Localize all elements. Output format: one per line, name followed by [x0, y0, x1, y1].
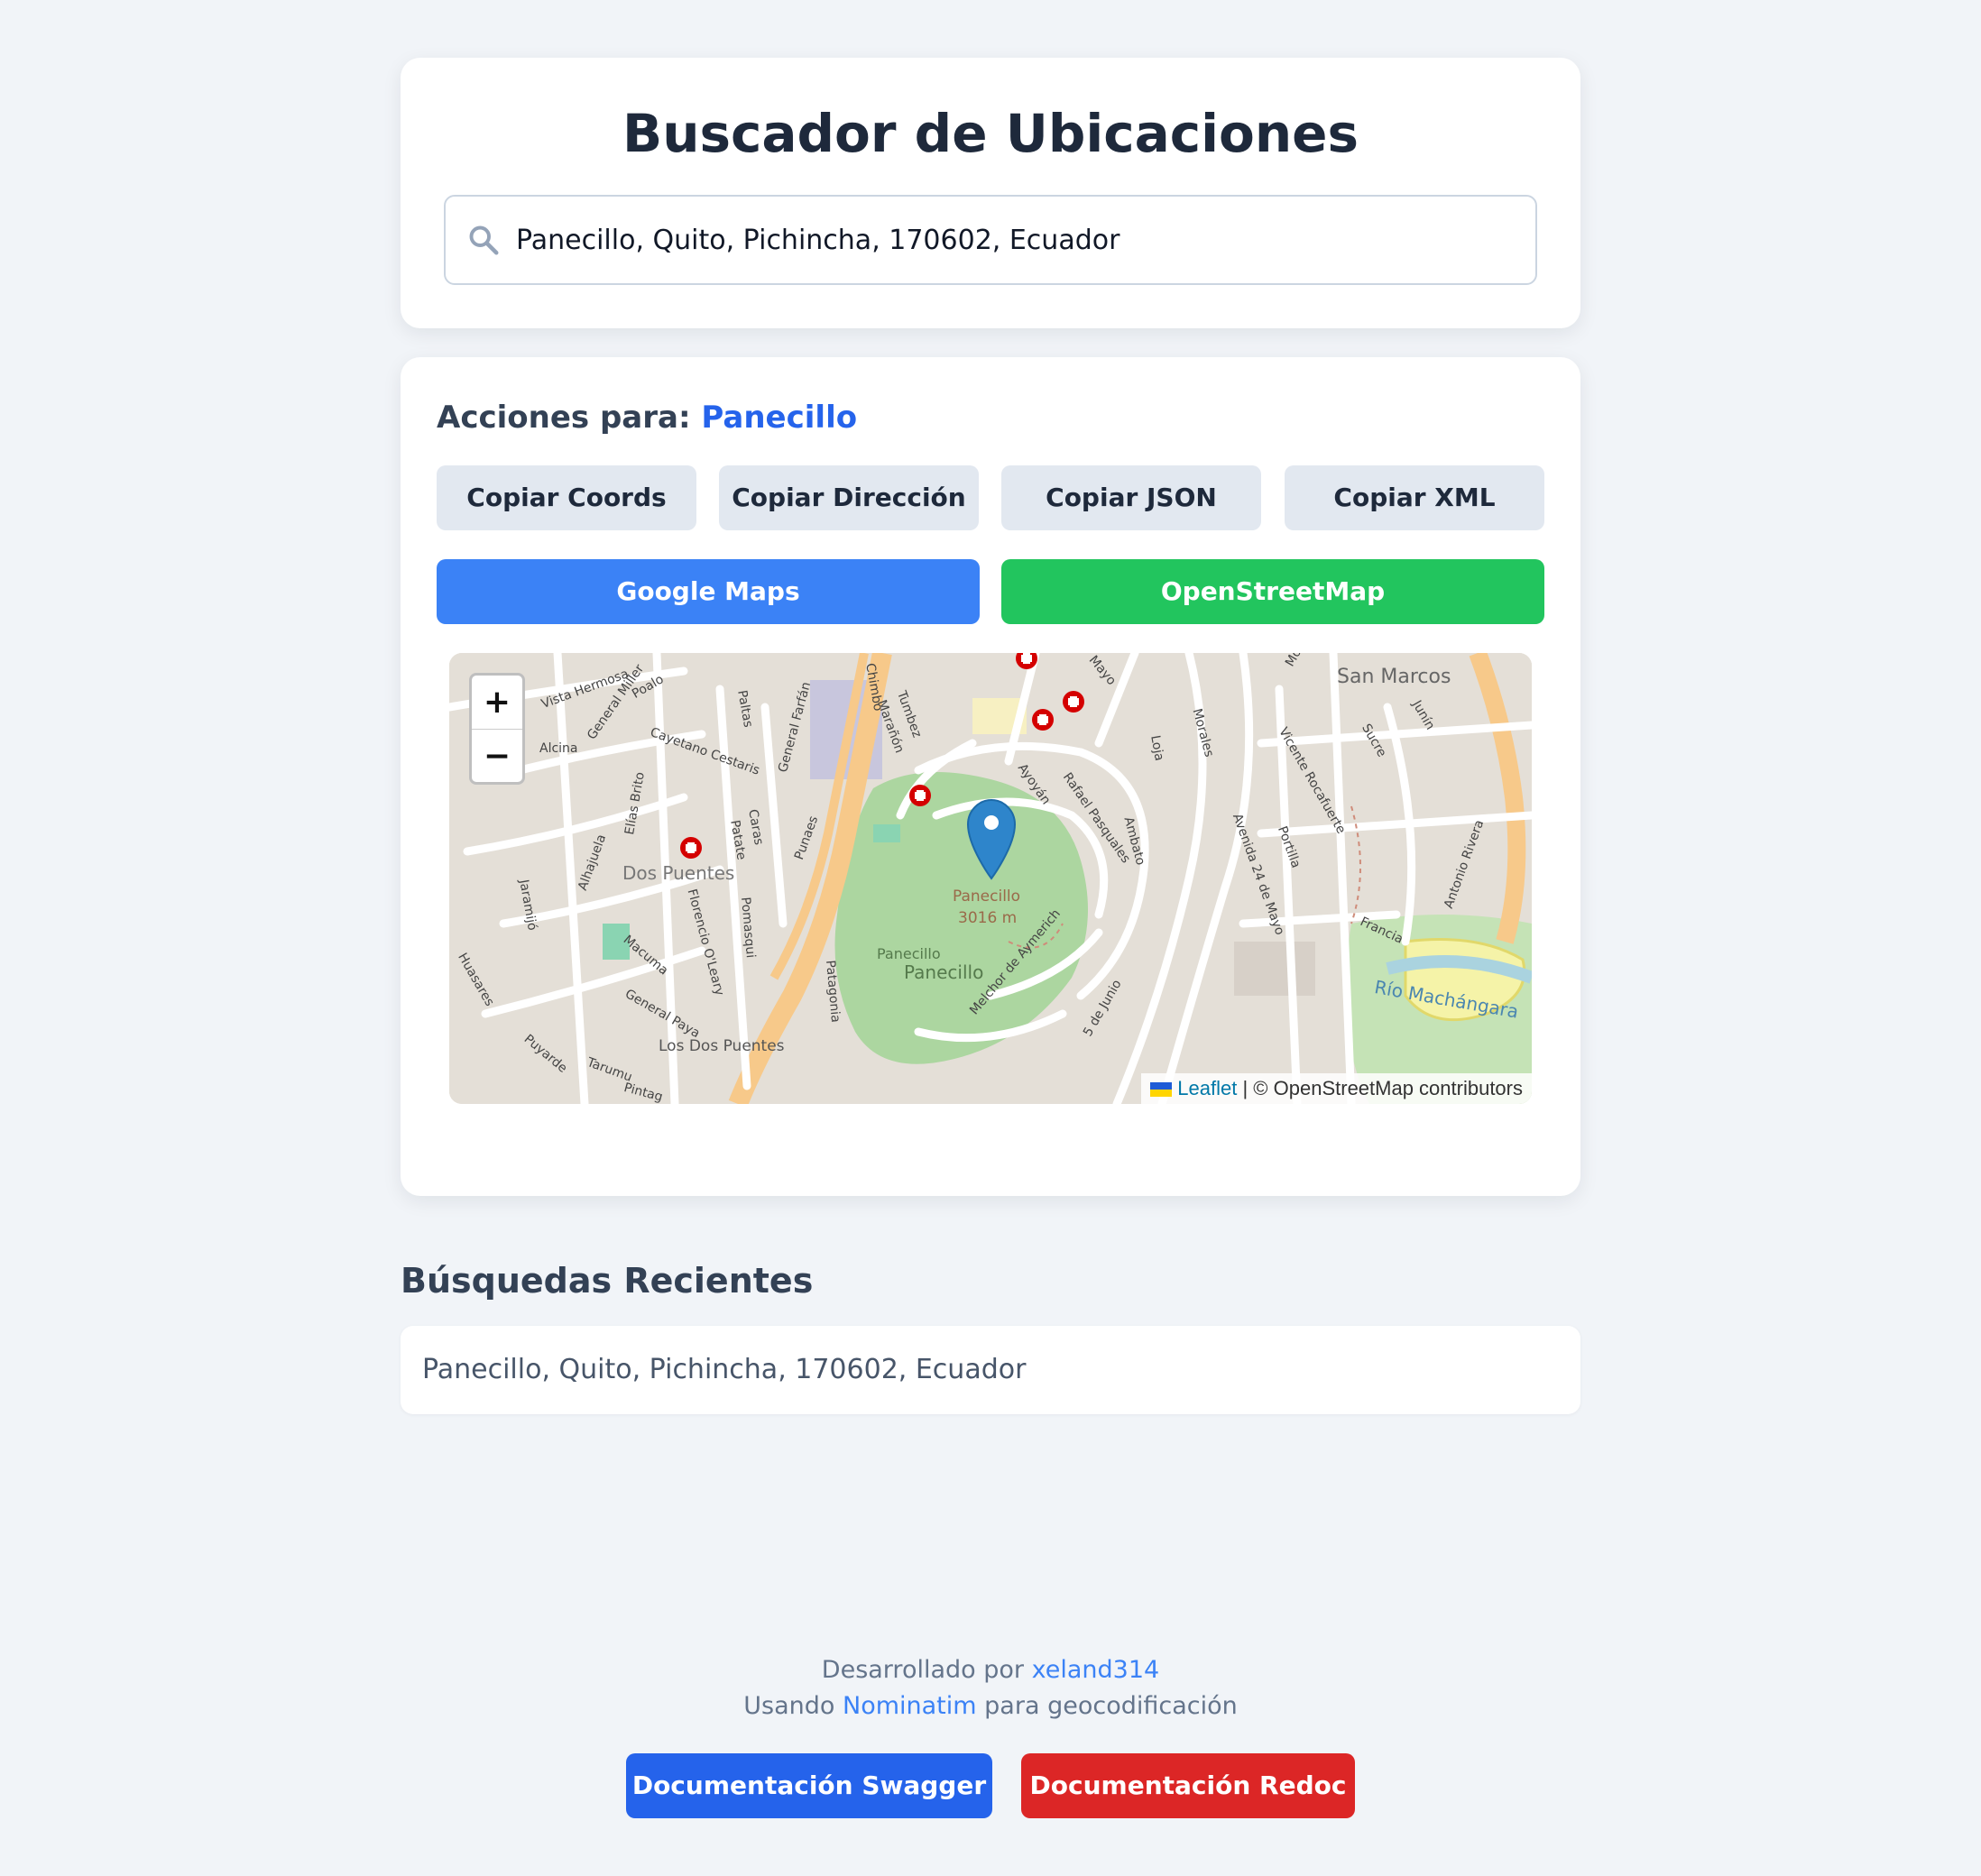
nominatim-link[interactable]: Nominatim: [843, 1692, 977, 1720]
map-label: Dos Puentes: [622, 862, 735, 884]
footer-using-label: Usando: [743, 1692, 835, 1720]
recent-searches-title: Búsquedas Recientes: [401, 1261, 814, 1301]
google-maps-button[interactable]: Google Maps: [437, 559, 980, 624]
footer-using: Usando Nominatim para geocodificación: [0, 1688, 1981, 1724]
zoom-out-button[interactable]: −: [472, 730, 522, 782]
map-label: Los Dos Puentes: [659, 1037, 785, 1055]
page-title: Buscador de Ubicaciones: [622, 103, 1359, 164]
leaflet-link[interactable]: Leaflet: [1177, 1077, 1237, 1099]
redoc-docs-button[interactable]: Documentación Redoc: [1021, 1753, 1355, 1818]
map-attribution: Leaflet | © OpenStreetMap contributors: [1141, 1073, 1532, 1104]
footer-developed-label: Desarrollado por: [821, 1656, 1025, 1684]
actions-card: Acciones para: Panecillo Copiar Coords C…: [401, 357, 1580, 1196]
actions-heading-prefix: Acciones para:: [437, 400, 691, 436]
map-label: Alcina: [539, 741, 578, 756]
copy-xml-button[interactable]: Copiar XML: [1285, 465, 1544, 530]
map-label: San Marcos: [1337, 666, 1451, 688]
map-label: Panecillo: [953, 887, 1021, 906]
zoom-in-button[interactable]: +: [472, 676, 522, 730]
copy-address-button[interactable]: Copiar Dirección: [719, 465, 979, 530]
search-input[interactable]: [516, 197, 1517, 283]
search-icon: [469, 225, 499, 255]
map-label: Panecillo: [877, 945, 941, 962]
map-view[interactable]: San Marcos Dos Puentes Los Dos Puentes P…: [449, 653, 1532, 1104]
zoom-control: + −: [469, 673, 525, 785]
actions-place-name: Panecillo: [701, 400, 858, 436]
map-label: 3016 m: [958, 909, 1018, 927]
ukraine-flag-icon: [1150, 1082, 1173, 1097]
developer-link[interactable]: xeland314: [1032, 1656, 1160, 1684]
search-card: Buscador de Ubicaciones: [401, 58, 1580, 328]
swagger-docs-button[interactable]: Documentación Swagger: [626, 1753, 992, 1818]
map-label: Panecillo: [904, 961, 984, 983]
recent-search-item[interactable]: Panecillo, Quito, Pichincha, 170602, Ecu…: [401, 1326, 1580, 1414]
copy-json-button[interactable]: Copiar JSON: [1001, 465, 1261, 530]
footer-developed-by: Desarrollado por xeland314: [0, 1652, 1981, 1688]
search-box[interactable]: [444, 195, 1537, 285]
footer-geocoding-label: para geocodificación: [984, 1692, 1238, 1720]
openstreetmap-button[interactable]: OpenStreetMap: [1001, 559, 1544, 624]
attribution-text: | © OpenStreetMap contributors: [1242, 1077, 1523, 1099]
actions-heading: Acciones para: Panecillo: [437, 395, 857, 440]
copy-coords-button[interactable]: Copiar Coords: [437, 465, 696, 530]
